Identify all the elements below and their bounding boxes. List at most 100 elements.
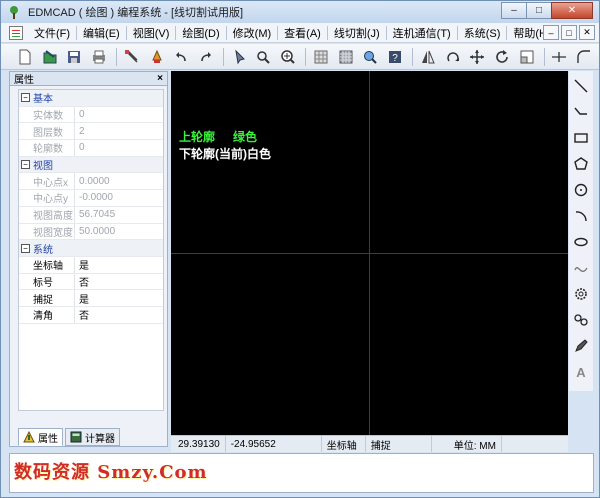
panel-close-icon[interactable]: × (157, 73, 163, 84)
maximize-button[interactable]: □ (526, 2, 552, 19)
draw-toolbar: A (569, 71, 593, 391)
menu-separator (326, 25, 328, 40)
polyline-icon[interactable] (570, 101, 592, 123)
trim-icon[interactable] (550, 47, 570, 67)
property-name: 图层数 (19, 123, 75, 140)
menu-inspect[interactable]: 查看(A) (279, 25, 326, 41)
document-restore-button[interactable]: □ (561, 25, 577, 40)
command-output[interactable]: 数码资源 Smzy.Com (9, 453, 594, 493)
collapse-icon[interactable]: − (21, 160, 30, 170)
menu-separator (385, 25, 387, 40)
property-value: -0.0000 (79, 192, 113, 204)
rotate-icon[interactable] (443, 47, 463, 67)
watermark-text: 数码资源 Smzy.Com (14, 462, 208, 483)
property-value[interactable]: 是 (75, 291, 89, 306)
print-icon[interactable] (89, 47, 109, 67)
property-row[interactable]: 清角 否 (19, 306, 163, 324)
tab-properties[interactable]: 属性 (18, 428, 63, 446)
property-name: 轮廓数 (19, 140, 75, 156)
corner-icon[interactable] (574, 47, 594, 67)
cursor-y: -24.95652 (226, 436, 322, 452)
toolbar-separator (411, 47, 413, 66)
snap-toggle[interactable]: 捕捉 (366, 436, 432, 452)
document-minimize-button[interactable]: – (543, 25, 559, 40)
close-button[interactable]: ✕ (551, 2, 593, 19)
tab-calculator[interactable]: 计算器 (65, 428, 120, 446)
tab-label: 计算器 (85, 433, 115, 445)
property-name: 清角 (19, 306, 75, 323)
unit-indicator: 单位: MM (432, 436, 502, 452)
category-view[interactable]: − 视图 (19, 156, 163, 174)
menu-system[interactable]: 系统(S) (459, 25, 506, 41)
pen-icon[interactable] (570, 335, 592, 357)
help-icon[interactable]: ? (385, 47, 405, 67)
pick-icon[interactable] (229, 47, 249, 67)
category-basic[interactable]: − 基本 (19, 90, 163, 107)
category-label: 系统 (33, 244, 53, 256)
layer-icon[interactable] (311, 47, 331, 67)
category-label: 视图 (33, 161, 53, 173)
open-file-icon[interactable] (40, 47, 60, 67)
property-row: 轮廓数 0 (19, 140, 163, 157)
menu-modify[interactable]: 修改(M) (228, 25, 277, 41)
property-name: 实体数 (19, 106, 75, 123)
property-name: 视图宽度 (19, 223, 75, 240)
text-icon[interactable]: A (570, 361, 592, 383)
drawing-canvas[interactable]: 上轮廓 绿色 下轮廓(当前)白色 (171, 71, 568, 435)
document-close-button[interactable]: ✕ (579, 25, 595, 40)
new-file-icon[interactable] (15, 47, 35, 67)
category-system[interactable]: − 系统 (19, 240, 163, 257)
menu-view[interactable]: 视图(V) (128, 25, 175, 41)
cursor-x: 29.39130 (171, 436, 226, 452)
property-value: 56.7045 (79, 209, 116, 221)
line-icon[interactable] (570, 75, 592, 97)
property-row: 实体数 0 (19, 106, 163, 124)
zoom-in-icon[interactable] (278, 47, 298, 67)
menu-edit[interactable]: 编辑(E) (78, 25, 125, 41)
redo-icon[interactable] (196, 47, 216, 67)
spline-icon[interactable] (570, 257, 592, 279)
menu-wire-cut[interactable]: 线切割(J) (329, 25, 385, 41)
polygon-icon[interactable] (570, 153, 592, 175)
axis-toggle[interactable]: 坐标轴 (322, 436, 366, 452)
gear-icon[interactable] (570, 283, 592, 305)
property-value[interactable]: 是 (75, 257, 89, 272)
x-axis-line (171, 253, 568, 254)
document-icon[interactable] (9, 25, 23, 40)
menu-draw[interactable]: 绘图(D) (177, 25, 224, 41)
upper-profile-color: 绿色 (233, 130, 258, 144)
menu-separator (277, 25, 279, 40)
cut-icon[interactable] (122, 47, 142, 67)
property-row: 视图高度 56.7045 (19, 206, 163, 224)
menu-file[interactable]: 文件(F) (29, 25, 75, 41)
undo-icon[interactable] (171, 47, 191, 67)
property-value[interactable]: 否 (75, 274, 89, 289)
circle-icon[interactable] (570, 179, 592, 201)
property-row[interactable]: 标号 否 (19, 273, 163, 291)
zoom-window-icon[interactable] (254, 47, 274, 67)
move-icon[interactable] (467, 47, 487, 67)
refresh-icon[interactable] (492, 47, 512, 67)
collapse-icon[interactable]: − (21, 93, 30, 103)
arc-icon[interactable] (570, 205, 592, 227)
save-icon[interactable] (64, 47, 84, 67)
scale-icon[interactable] (517, 47, 537, 67)
mirror-icon[interactable] (418, 47, 438, 67)
property-value[interactable]: 否 (75, 307, 89, 322)
menu-communication[interactable]: 连机通信(T) (388, 25, 456, 41)
chain-icon[interactable] (570, 309, 592, 331)
properties-panel: 属性 × − 基本 实体数 0 图层数 2 轮廓数 0 − 视图 中心点x 0.… (9, 71, 168, 447)
paint-icon[interactable] (147, 47, 167, 67)
grid-icon[interactable] (336, 47, 356, 67)
rectangle-icon[interactable] (570, 127, 592, 149)
property-value: 50.0000 (79, 225, 116, 237)
minimize-button[interactable]: – (501, 2, 527, 19)
toolbar-separator (115, 47, 117, 66)
status-bar: 29.39130 -24.95652 坐标轴 捕捉 单位: MM (171, 435, 568, 452)
ellipse-icon[interactable] (570, 231, 592, 253)
magnify-icon[interactable] (361, 47, 381, 67)
property-row[interactable]: 捕捉 是 (19, 290, 163, 307)
property-name: 中心点y (19, 190, 75, 206)
property-row[interactable]: 坐标轴 是 (19, 256, 163, 274)
collapse-icon[interactable]: − (21, 243, 30, 253)
